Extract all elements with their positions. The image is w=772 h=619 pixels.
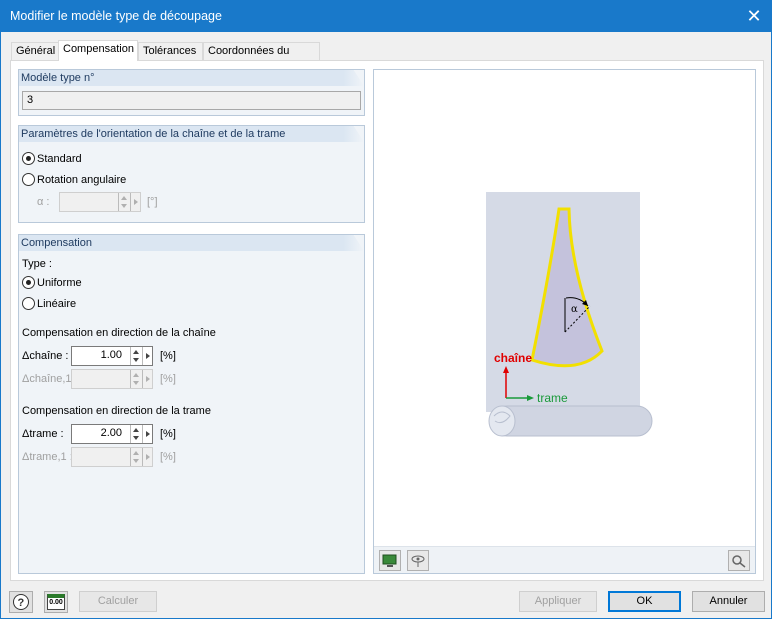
radio-standard[interactable]: Standard (22, 152, 82, 165)
model-group-title: Modèle type n° (19, 70, 364, 86)
reset-view-button[interactable] (728, 550, 750, 571)
units-icon-text: 0.00 (49, 599, 63, 606)
alpha-spinner (59, 192, 141, 212)
chain-delta-spin-icon[interactable] (130, 347, 142, 365)
preview-panel: α chaîne trame (373, 69, 756, 574)
alpha-unit: [°] (147, 196, 158, 208)
alpha-spin-arrows-icon (118, 193, 130, 211)
compensation-group: Compensation Type : Uniforme Linéaire Co… (18, 234, 365, 574)
chain-delta-input[interactable]: 1.00 (71, 346, 153, 366)
radio-standard-label: Standard (37, 152, 82, 165)
radio-uniform[interactable]: Uniforme (22, 276, 82, 289)
weft-heading: Compensation en direction de la trame (22, 405, 211, 417)
svg-text:?: ? (18, 597, 25, 609)
model-group: Modèle type n° 3 (18, 69, 365, 116)
weft-delta1-input (71, 447, 153, 467)
weft-delta-label: Δtrame : (22, 428, 64, 440)
close-icon[interactable]: ✕ (737, 1, 771, 32)
units-button[interactable]: 0.00 (44, 591, 68, 613)
compensation-group-title: Compensation (19, 235, 364, 251)
type-label: Type : (22, 258, 52, 270)
chain-axis-label: chaîne (494, 351, 532, 365)
chain-heading: Compensation en direction de la chaîne (22, 327, 216, 339)
alpha-label: α : (37, 196, 50, 208)
radio-standard-circle[interactable] (22, 152, 35, 165)
fabric-preview-graphic: α chaîne trame (486, 192, 653, 437)
radio-angular-rotation-circle[interactable] (22, 173, 35, 186)
weft-delta1-menu-icon (142, 448, 152, 466)
radio-linear-circle[interactable] (22, 297, 35, 310)
chain-delta-value[interactable]: 1.00 (101, 349, 122, 361)
radio-angular-rotation[interactable]: Rotation angulaire (22, 173, 126, 186)
weft-delta-input[interactable]: 2.00 (71, 424, 153, 444)
weft-delta1-label: Δtrame,1 : (22, 451, 73, 463)
weft-delta-menu-icon[interactable] (142, 425, 152, 443)
chain-delta1-menu-icon (142, 370, 152, 388)
orientation-group-title: Paramètres de l'orientation de la chaîne… (19, 126, 364, 142)
weft-delta1-spin-icon (130, 448, 142, 466)
weft-delta-spin-icon[interactable] (130, 425, 142, 443)
eye-icon (411, 555, 425, 567)
tab-point-coordinates[interactable]: Coordonnées du point (203, 42, 320, 73)
weft-delta-unit: [%] (160, 428, 176, 440)
radio-linear[interactable]: Linéaire (22, 297, 76, 310)
radio-linear-label: Linéaire (37, 297, 77, 310)
radio-angular-rotation-label: Rotation angulaire (37, 173, 127, 186)
help-button[interactable]: ? (9, 591, 33, 613)
chain-delta-unit: [%] (160, 350, 176, 362)
radio-uniform-label: Uniforme (37, 276, 82, 289)
visibility-button[interactable] (407, 550, 429, 571)
weft-delta-value[interactable]: 2.00 (101, 427, 122, 439)
chain-delta-menu-icon[interactable] (142, 347, 152, 365)
help-icon: ? (13, 594, 29, 610)
cancel-button[interactable]: Annuler (692, 591, 765, 612)
units-icon: 0.00 (47, 594, 65, 610)
tab-compensation[interactable]: Compensation (58, 40, 138, 61)
weft-delta1-unit: [%] (160, 451, 176, 463)
title-bar: Modifier le modèle type de découpage ✕ (1, 1, 771, 32)
zoom-reset-icon (732, 554, 746, 568)
chain-delta1-spin-icon (130, 370, 142, 388)
tab-panel: Modèle type n° 3 Paramètres de l'orienta… (10, 60, 764, 581)
weft-axis-label: trame (537, 391, 568, 405)
ok-button[interactable]: OK (608, 591, 681, 612)
tab-tolerances[interactable]: Tolérances (138, 42, 203, 60)
alpha-symbol: α (571, 304, 578, 315)
calculate-button[interactable]: Calculer (79, 591, 157, 612)
chain-delta1-unit: [%] (160, 373, 176, 385)
tab-general[interactable]: Général (11, 42, 59, 60)
chain-delta1-label: Δchaîne,1 : (22, 373, 78, 385)
orientation-group: Paramètres de l'orientation de la chaîne… (18, 125, 365, 223)
apply-button[interactable]: Appliquer (519, 591, 597, 612)
radio-uniform-circle[interactable] (22, 276, 35, 289)
view-settings-button[interactable] (379, 550, 401, 571)
fabric-roll-end (488, 405, 516, 437)
fabric-roll (491, 405, 653, 437)
chain-delta-label: Δchaîne : (22, 350, 69, 362)
dialog-window: Modifier le modèle type de découpage ✕ G… (0, 0, 772, 619)
alpha-side-arrow-icon (130, 193, 140, 211)
model-number-field: 3 (22, 91, 361, 110)
monitor-icon (382, 554, 397, 567)
window-title: Modifier le modèle type de découpage (10, 9, 222, 23)
chain-delta1-input (71, 369, 153, 389)
preview-toolbar (374, 546, 755, 573)
